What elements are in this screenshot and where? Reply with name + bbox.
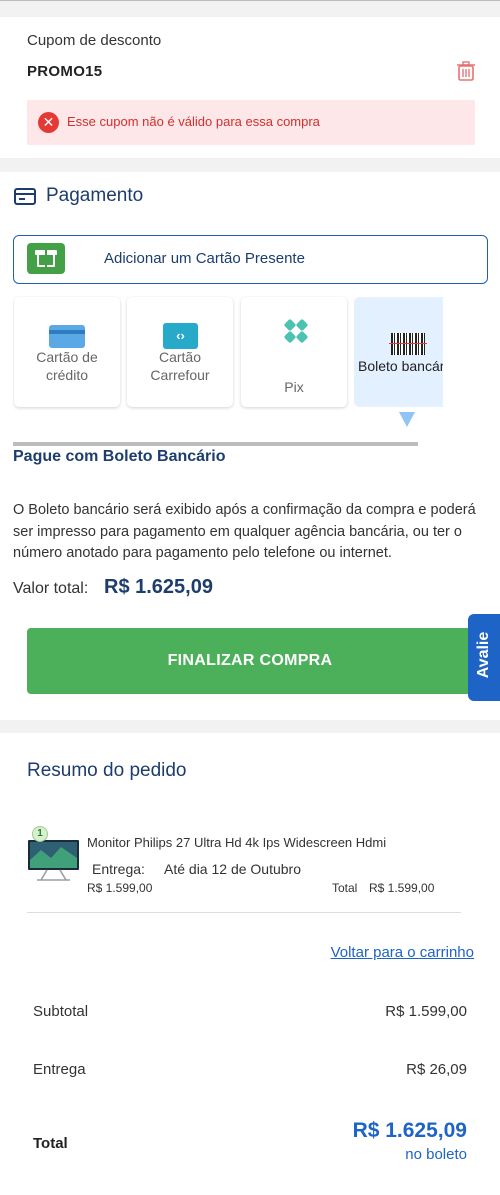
shipping-value: R$ 26,09 <box>406 1061 467 1078</box>
quantity-badge: 1 <box>32 826 48 842</box>
carrefour-card-icon: ‹› <box>163 323 198 349</box>
total-value-label: Valor total: <box>13 580 89 597</box>
add-gift-card-button[interactable]: Adicionar um Cartão Presente <box>13 235 488 284</box>
coupon-error-alert: ✕ Esse cupom não é válido para essa comp… <box>27 100 475 145</box>
credit-card-icon <box>49 325 85 348</box>
payment-section: Pagamento Adicionar um Cartão Presente C… <box>0 172 500 720</box>
delivery-label: Entrega: <box>92 861 145 877</box>
grand-total-label: Total <box>33 1135 68 1152</box>
feedback-tab-label: Avalie <box>475 631 492 679</box>
payment-tab-label: Pix <box>284 379 304 395</box>
order-summary-title: Resumo do pedido <box>27 760 187 781</box>
boleto-description: O Boleto bancário será exibido após a co… <box>13 502 476 561</box>
payment-tab-label: Cartão Carrefour <box>150 349 210 383</box>
shipping-label: Entrega <box>33 1061 86 1078</box>
back-to-cart-link[interactable]: Voltar para o carrinho <box>331 944 474 961</box>
payment-title: Pagamento <box>46 185 144 206</box>
feedback-tab[interactable]: Avalie <box>468 614 500 701</box>
payment-tab-carrefour-card[interactable]: ‹› Cartão Carrefour <box>127 297 233 407</box>
payment-tab-boleto[interactable]: Boleto bancário <box>354 297 443 407</box>
trash-icon[interactable] <box>455 60 477 82</box>
coupon-section: Cupom de desconto PROMO15 ✕ Esse cupom n… <box>0 17 500 158</box>
item-total-value: R$ 1.599,00 <box>369 881 435 895</box>
barcode-icon <box>389 333 427 355</box>
finalize-purchase-button[interactable]: FINALIZAR COMPRA <box>27 628 473 694</box>
payment-tab-pix[interactable]: Pix <box>241 297 347 407</box>
add-gift-card-label: Adicionar um Cartão Presente <box>104 250 305 267</box>
tabs-scrollbar[interactable] <box>13 442 418 446</box>
subtotal-label: Subtotal <box>33 1003 89 1020</box>
pix-icon <box>284 319 308 343</box>
summary-divider <box>27 912 461 913</box>
delivery-date: Até dia 12 de Outubro <box>164 861 301 877</box>
gift-icon <box>27 243 65 274</box>
top-divider <box>0 0 500 1</box>
order-summary-section: Resumo do pedido 1 Monitor Philips 27 Ul… <box>0 733 500 1195</box>
grand-total-value: R$ 1.625,09 <box>352 1119 467 1142</box>
coupon-label: Cupom de desconto <box>27 32 162 49</box>
payment-method-tabs: Cartão de crédito ‹› Cartão Carrefour Pi… <box>13 296 443 411</box>
product-name: Monitor Philips 27 Ultra Hd 4k Ips Wides… <box>87 835 387 850</box>
coupon-error-message: Esse cupom não é válido para essa compra <box>67 114 320 129</box>
grand-total-payment-note: no boleto <box>405 1146 467 1163</box>
credit-card-outline-icon <box>14 188 36 205</box>
item-total-label: Total <box>332 881 358 895</box>
coupon-code: PROMO15 <box>27 63 103 80</box>
product-thumbnail <box>28 840 79 881</box>
selected-tab-indicator <box>399 412 415 427</box>
total-value-amount: R$ 1.625,09 <box>104 576 213 598</box>
boleto-title: Pague com Boleto Bancário <box>13 448 226 465</box>
payment-tab-credit-card[interactable]: Cartão de crédito <box>14 297 120 407</box>
unit-price: R$ 1.599,00 <box>87 881 153 895</box>
subtotal-value: R$ 1.599,00 <box>385 1003 467 1020</box>
error-x-icon: ✕ <box>38 112 59 133</box>
payment-tab-label: Cartão de crédito <box>36 349 98 383</box>
payment-tab-label: Boleto bancário <box>358 358 443 374</box>
